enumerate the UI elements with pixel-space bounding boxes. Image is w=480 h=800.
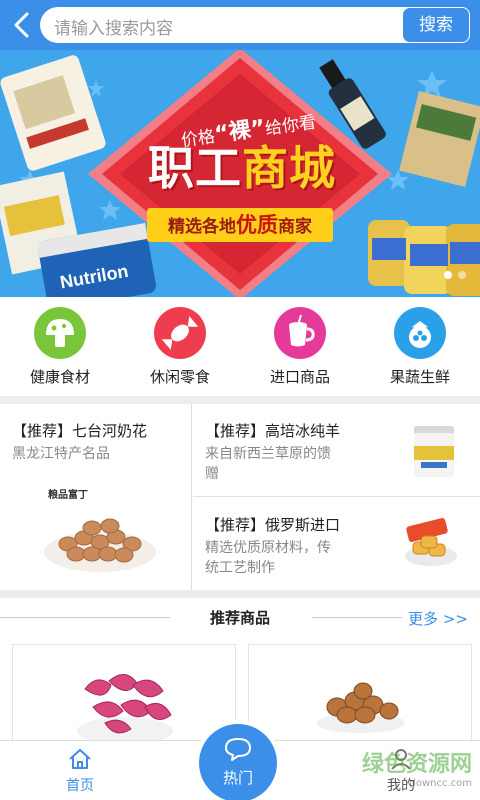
nav-hot-label: 热门 (222, 769, 253, 787)
promo-banner[interactable]: Nutrilon 价格“裸”给你看 职工商城 精选各地优质商家 (0, 50, 480, 297)
top-bar: 请输入搜索内容 搜索 (0, 0, 480, 50)
category-fresh-produce[interactable]: 果蔬生鲜 (360, 307, 480, 387)
carousel-dot[interactable] (444, 271, 452, 279)
brand-logo: 粮品富丁 (48, 490, 88, 501)
category-snacks[interactable]: 休闲零食 (120, 307, 240, 387)
promo-title: 【推荐】高培冰纯羊 (205, 422, 341, 440)
candy-icon (154, 307, 206, 359)
milk-powder-can-image (414, 426, 454, 477)
category-healthy-food[interactable]: 健康食材 (0, 307, 120, 387)
mushroom-icon (34, 307, 86, 359)
watermark: 绿色资源网 downcc.com (361, 752, 472, 789)
recommend-header: 推荐商品 更多 >> (0, 598, 480, 636)
more-link[interactable]: 更多 >> (408, 608, 468, 629)
pastry-image (405, 518, 457, 566)
category-label: 休闲零食 (149, 368, 210, 386)
mangosteen-icon (394, 307, 446, 359)
category-label: 果蔬生鲜 (389, 368, 450, 386)
promo-title: 【推荐】七台河奶花 (12, 422, 148, 440)
category-row: 健康食材 休闲零食 进口商品 果蔬生鲜 (0, 297, 480, 396)
home-icon (69, 749, 91, 769)
product-card[interactable] (248, 644, 472, 744)
banner-ribbon: 精选各地优质商家 (147, 208, 333, 242)
carousel-dot[interactable] (458, 271, 466, 279)
search-input[interactable]: 请输入搜索内容 (54, 14, 173, 39)
back-arrow-icon[interactable] (8, 9, 36, 41)
app-root: 请输入搜索内容 搜索 Nutrilon 价格“裸”给你看 职工商城 精选各地优质… (0, 0, 480, 800)
promo-card-goat-milk[interactable]: 【推荐】高培冰纯羊 来自新西兰草原的馈 赠 (193, 404, 480, 497)
category-label: 进口商品 (269, 368, 330, 386)
promo-title: 【推荐】俄罗斯进口 (205, 516, 341, 534)
promo-subtitle-line2: 赠 (205, 466, 219, 482)
promo-subtitle: 黑龙江特产名品 (12, 446, 110, 462)
category-imports[interactable]: 进口商品 (240, 307, 360, 387)
promo-subtitle-line1: 精选优质原材料，传 (205, 540, 331, 556)
banner-title: 职工商城 (148, 141, 336, 195)
peanuts-image (44, 518, 156, 572)
chat-bubble-icon (225, 738, 251, 761)
promo-subtitle-line2: 统工艺制作 (205, 560, 275, 576)
carousel-dots (438, 264, 466, 283)
cup-icon (274, 307, 326, 359)
nav-home[interactable]: 首页 (40, 747, 120, 795)
search-button[interactable]: 搜索 (402, 7, 470, 43)
category-label: 健康食材 (29, 368, 90, 386)
nav-hot-button[interactable]: 热门 (199, 724, 277, 800)
promo-grid: 【推荐】七台河奶花 黑龙江特产名品 粮品富丁 【推荐】高培冰纯羊 来自新西兰草原… (0, 404, 480, 590)
chestnut-image (317, 682, 405, 733)
promo-subtitle-line1: 来自新西兰草原的馈 (205, 446, 331, 462)
search-box[interactable]: 请输入搜索内容 搜索 (40, 7, 470, 43)
promo-card-russia-import[interactable]: 【推荐】俄罗斯进口 精选优质原材料，传 统工艺制作 (193, 498, 480, 590)
nav-home-label: 首页 (66, 778, 94, 794)
promo-card-left[interactable]: 【推荐】七台河奶花 黑龙江特产名品 粮品富丁 (0, 404, 192, 590)
